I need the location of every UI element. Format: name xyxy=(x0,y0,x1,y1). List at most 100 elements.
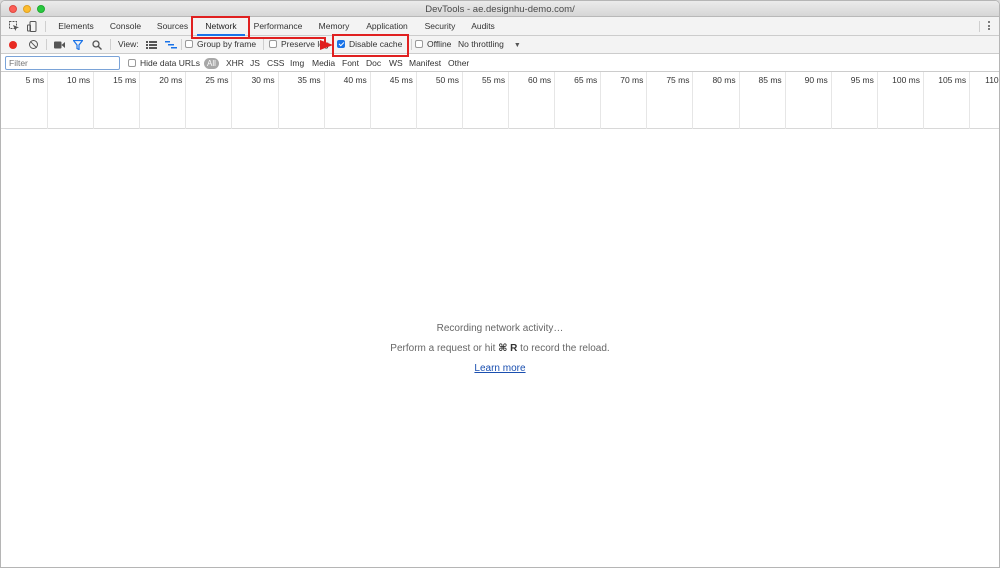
filter-input[interactable] xyxy=(5,56,120,70)
tab-audits[interactable]: Audits xyxy=(467,17,499,36)
offline-label: Offline xyxy=(427,39,452,49)
toolbar-divider xyxy=(110,39,111,50)
network-toolbar: View: Group by frame Preserve log Disabl… xyxy=(1,36,999,54)
timeline-tick: 50 ms xyxy=(417,72,463,129)
request-list-empty-state: Recording network activity… Perform a re… xyxy=(1,129,999,567)
filter-icon[interactable] xyxy=(73,40,83,50)
window-title: DevTools - ae.designhu-demo.com/ xyxy=(425,4,575,15)
filter-type-xhr[interactable]: XHR xyxy=(226,54,244,72)
tab-performance[interactable]: Performance xyxy=(250,17,306,36)
tab-bar-divider xyxy=(979,21,980,32)
toolbar-divider xyxy=(411,39,412,50)
checkbox-box[interactable] xyxy=(185,40,193,48)
reload-shortcut: ⌘ R xyxy=(498,343,518,354)
throttling-value: No throttling xyxy=(458,39,504,49)
network-tab-highlight xyxy=(191,16,250,39)
timeline-tick-label: 75 ms xyxy=(666,75,690,85)
inspect-element-icon[interactable] xyxy=(9,21,20,32)
timeline-tick-label: 65 ms xyxy=(574,75,598,85)
large-rows-icon[interactable] xyxy=(146,41,157,49)
hide-data-urls-checkbox[interactable]: Hide data URLs xyxy=(128,54,200,72)
timeline-tick-label: 110 xyxy=(985,75,999,85)
tab-elements[interactable]: Elements xyxy=(53,17,99,36)
reload-hint: Perform a request or hit ⌘ R to record t… xyxy=(1,343,999,354)
filter-bar: Hide data URLs All XHR JS CSS Img Media … xyxy=(1,54,999,72)
timeline-tick-label: 20 ms xyxy=(159,75,183,85)
timeline-tick-label: 10 ms xyxy=(67,75,91,85)
timeline-tick: 25 ms xyxy=(186,72,233,129)
tab-bar-divider xyxy=(45,21,46,32)
recording-message: Recording network activity… xyxy=(436,323,564,334)
timeline-tick-label: 45 ms xyxy=(389,75,413,85)
toolbar-divider xyxy=(46,39,47,50)
tab-sources[interactable]: Sources xyxy=(152,17,193,36)
filter-type-other[interactable]: Other xyxy=(448,54,469,72)
timeline-tick: 55 ms xyxy=(463,72,510,129)
timeline-tick-label: 5 ms xyxy=(25,75,45,85)
panel-tab-bar: Elements Console Sources Network Perform… xyxy=(1,17,999,36)
group-by-frame-label: Group by frame xyxy=(197,39,257,49)
learn-more: Learn more xyxy=(1,363,999,374)
video-camera-icon[interactable] xyxy=(54,41,65,49)
timeline-tick-label: 25 ms xyxy=(205,75,229,85)
timeline-tick-label: 60 ms xyxy=(528,75,552,85)
search-icon[interactable] xyxy=(92,40,102,50)
toolbar-divider xyxy=(263,39,264,50)
clear-button[interactable] xyxy=(29,40,38,49)
devtools-window: DevTools - ae.designhu-demo.com/ Element… xyxy=(0,0,1000,568)
filter-type-js[interactable]: JS xyxy=(250,54,260,72)
timeline-tick: 75 ms xyxy=(647,72,694,129)
offline-checkbox[interactable]: Offline xyxy=(415,36,451,54)
throttling-select[interactable]: No throttling ▼ xyxy=(458,36,521,54)
timeline-tick-label: 90 ms xyxy=(804,75,828,85)
checkbox-box[interactable] xyxy=(269,40,277,48)
timeline-tick: 10 ms xyxy=(48,72,95,129)
timeline-tick: 100 ms xyxy=(878,72,924,129)
timeline-tick: 30 ms xyxy=(233,72,279,129)
timeline-tick: 15 ms xyxy=(94,72,141,129)
disable-cache-highlight xyxy=(332,34,409,57)
title-bar: DevTools - ae.designhu-demo.com/ xyxy=(1,1,999,17)
timeline-tick: 60 ms xyxy=(509,72,556,129)
filter-type-all[interactable]: All xyxy=(204,58,219,69)
timeline-tick: 95 ms xyxy=(832,72,878,129)
filter-type-css[interactable]: CSS xyxy=(267,54,284,72)
timeline-tick-label: 55 ms xyxy=(481,75,506,85)
timeline-tick: 90 ms xyxy=(786,72,832,129)
timeline-tick: 110 xyxy=(970,72,999,129)
checkbox-box[interactable] xyxy=(128,59,136,67)
toolbar-divider xyxy=(181,39,182,50)
timeline-tick-label: 40 ms xyxy=(343,75,367,85)
waterfall-overview-icon[interactable] xyxy=(165,41,177,49)
arrow-head-icon xyxy=(320,40,333,50)
timeline-tick: 40 ms xyxy=(325,72,371,129)
record-button[interactable] xyxy=(9,41,17,49)
chevron-down-icon: ▼ xyxy=(513,42,521,49)
timeline-tick: 85 ms xyxy=(740,72,786,129)
timeline-tick-label: 35 ms xyxy=(297,75,321,85)
timeline-tick-label: 15 ms xyxy=(113,75,137,85)
timeline-tick-label: 50 ms xyxy=(435,75,459,85)
filter-type-manifest[interactable]: Manifest xyxy=(409,54,441,72)
timeline-tick-label: 95 ms xyxy=(850,75,874,85)
timeline-tick: 105 ms xyxy=(924,72,971,129)
reload-hint-suffix: to record the reload. xyxy=(517,343,610,354)
learn-more-link[interactable]: Learn more xyxy=(474,363,525,374)
tab-console[interactable]: Console xyxy=(105,17,146,36)
filter-type-img[interactable]: Img xyxy=(290,54,304,72)
annotation-arrow xyxy=(250,37,326,39)
timeline-tick-label: 80 ms xyxy=(712,75,736,85)
device-toolbar-icon[interactable] xyxy=(27,21,38,32)
tab-security[interactable]: Security xyxy=(421,17,459,36)
more-options-icon[interactable] xyxy=(988,21,991,33)
hide-data-urls-label: Hide data URLs xyxy=(140,58,201,68)
timeline-tick: 45 ms xyxy=(371,72,417,129)
timeline-tick: 20 ms xyxy=(140,72,187,129)
timeline-tick: 5 ms xyxy=(2,72,49,129)
timeline-tick: 65 ms xyxy=(555,72,602,129)
timeline-tick-label: 100 ms xyxy=(892,75,920,85)
timeline-tick: 35 ms xyxy=(279,72,325,129)
timeline-overview[interactable]: 5 ms 10 ms 15 ms 20 ms 25 ms 30 ms 35 ms 40 ms 4… xyxy=(1,72,999,129)
checkbox-box[interactable] xyxy=(415,40,423,48)
view-label: View: xyxy=(118,39,139,49)
